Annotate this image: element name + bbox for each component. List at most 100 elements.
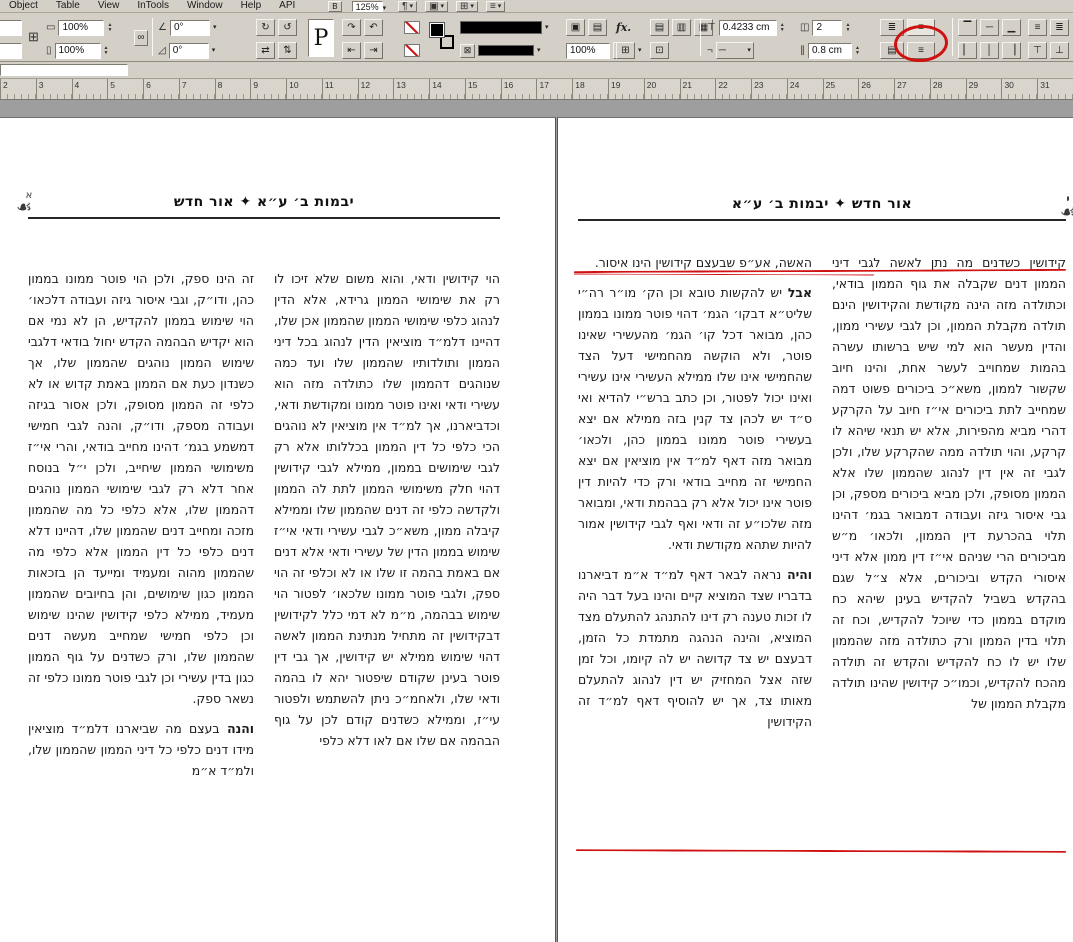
align-left-button[interactable]: ▏ bbox=[958, 42, 977, 59]
fill-stroke-proxy[interactable] bbox=[429, 22, 454, 49]
vertical-justify-bottom-button[interactable]: ≡ bbox=[907, 42, 935, 59]
vertical-justify-center-button[interactable]: ▤ bbox=[880, 42, 904, 59]
effects-label[interactable]: fx. bbox=[616, 21, 631, 34]
align-top-button[interactable]: ▔ bbox=[958, 19, 977, 36]
effects-dropdown-icon[interactable]: ▾ bbox=[638, 47, 642, 54]
x-position-field[interactable] bbox=[0, 19, 22, 36]
gutter-spinner[interactable]: ▲ ▼ bbox=[855, 45, 860, 56]
paragraph-lead: והנה bbox=[219, 721, 254, 736]
effects-button[interactable]: ⊞ bbox=[616, 42, 635, 59]
baseline-spinner[interactable]: ▲ ▼ bbox=[780, 22, 785, 33]
text-frame-options-button[interactable]: ≡ bbox=[907, 19, 935, 36]
zoom-dropdown-icon[interactable]: ▾ bbox=[383, 5, 387, 12]
stroke-type-dropdown-icon[interactable]: ▾ bbox=[545, 24, 549, 31]
vertical-justify-top-button[interactable]: ≣ bbox=[880, 19, 904, 36]
ruler-mark: 9 bbox=[250, 79, 286, 99]
reference-point-proxy-icon[interactable]: ⊞ bbox=[28, 30, 39, 43]
align-bottom-button[interactable]: ▁ bbox=[1002, 19, 1021, 36]
spinner-down-icon[interactable]: ▼ bbox=[845, 27, 850, 33]
scale-x-field[interactable]: 100% bbox=[58, 19, 105, 36]
menu-help[interactable]: Help bbox=[232, 0, 271, 12]
frame-center-button[interactable]: ▥ bbox=[672, 19, 691, 36]
menu-intools[interactable]: InTools bbox=[128, 0, 178, 12]
text-frame[interactable]: הוי קידושין ודאי, והוא משום שלא זיכו לו … bbox=[28, 268, 500, 888]
text-column-right[interactable]: הוי קידושין ודאי, והוא משום שלא זיכו לו … bbox=[274, 268, 500, 888]
columns-number-field[interactable]: 2 bbox=[812, 19, 843, 36]
space-horizontal-button[interactable]: ⊤ bbox=[1028, 42, 1047, 59]
select-next-button[interactable]: ⇥ bbox=[364, 42, 383, 59]
style-preview-badge: P bbox=[308, 19, 334, 57]
text-column-left[interactable]: האשה, אע״פ שבעצם קידושין הינו איסור. אבל … bbox=[578, 252, 812, 860]
zoom-level-field[interactable]: 125% bbox=[351, 1, 383, 12]
auto-fit-button[interactable]: ⊡ bbox=[650, 42, 669, 59]
menu-table[interactable]: Table bbox=[47, 0, 89, 12]
distribute-vertical-button[interactable]: ≣ bbox=[1050, 19, 1069, 36]
workspace-button[interactable]: ≡ ▾ bbox=[485, 1, 506, 12]
opacity-field[interactable]: 100% bbox=[566, 42, 610, 59]
align-center-button[interactable]: │ bbox=[980, 42, 999, 59]
text-frame[interactable]: קידושין כשדנים מה נתן לאשה לגבי דיני הממ… bbox=[578, 252, 1066, 860]
ruler-mark: 4 bbox=[71, 79, 108, 99]
menu-api[interactable]: API bbox=[270, 0, 304, 12]
stroke-color-dropdown-icon[interactable]: ▾ bbox=[537, 47, 541, 54]
rotation-dropdown-icon[interactable]: ▾ bbox=[213, 24, 217, 31]
stroke-none-icon[interactable] bbox=[404, 21, 420, 34]
baseline-offset-field[interactable]: 0.4233 cm bbox=[718, 19, 777, 36]
stroke-color-preview[interactable] bbox=[478, 45, 534, 56]
text-column-right[interactable]: קידושין כשדנים מה נתן לאשה לגבי דיני הממ… bbox=[832, 252, 1066, 860]
distribute-horizontal-button[interactable]: ≡ bbox=[1028, 19, 1047, 36]
preview-mode-button[interactable]: ▣ bbox=[566, 19, 585, 36]
scale-x-spinner[interactable]: ▲ ▼ bbox=[107, 22, 112, 33]
text-column-left[interactable]: זה הינו ספק, ולכן הוי פוטר ממונו בממון כ… bbox=[28, 268, 254, 888]
ruler-mark: 3 bbox=[35, 79, 72, 99]
quick-apply-field[interactable] bbox=[0, 64, 128, 76]
rotate-cw-button[interactable]: ↻ bbox=[256, 19, 275, 36]
space-vertical-button[interactable]: ⊥ bbox=[1050, 42, 1069, 59]
menu-bar: Object Table View InTools Window Help AP… bbox=[0, 0, 1073, 13]
shear-angle-field[interactable]: 0° bbox=[168, 42, 209, 59]
menu-object[interactable]: Object bbox=[0, 0, 47, 12]
align-middle-button[interactable]: ─ bbox=[980, 19, 999, 36]
select-content-button[interactable]: ↶ bbox=[364, 19, 383, 36]
page-right[interactable]: י ☙ אור חדש ✦ יבמות ב׳ ע״א קידושין כשדני… bbox=[557, 117, 1073, 942]
running-header: יבמות ב׳ ע״א ✦ אור חדש bbox=[28, 194, 500, 219]
frame-fitting-button[interactable]: ▤ bbox=[650, 19, 669, 36]
stroke-type-preview[interactable] bbox=[460, 21, 542, 34]
scale-y-field[interactable]: 100% bbox=[54, 42, 101, 59]
spinner-down-icon[interactable]: ▼ bbox=[780, 27, 785, 33]
stroke-swatch[interactable] bbox=[440, 35, 454, 49]
scale-y-spinner[interactable]: ▲ ▼ bbox=[104, 45, 109, 56]
page-left[interactable]: א ☙ יבמות ב׳ ע״א ✦ אור חדש הוי קידושין ו… bbox=[0, 117, 556, 942]
rotation-angle-field[interactable]: 0° bbox=[169, 19, 210, 36]
overprint-checkbox[interactable]: ⊠ bbox=[460, 43, 475, 58]
menu-window[interactable]: Window bbox=[178, 0, 232, 12]
horizontal-ruler[interactable]: 2 3 4 5 6 7 8 9 10 11 12 13 14 15 16 17 18 19 20 21 22 23 24 25… bbox=[0, 79, 1073, 100]
select-previous-button[interactable]: ⇤ bbox=[342, 42, 361, 59]
spinner-down-icon[interactable]: ▼ bbox=[104, 50, 109, 56]
flip-horizontal-button[interactable]: ⇄ bbox=[256, 42, 275, 59]
flip-vertical-button[interactable]: ⇅ bbox=[278, 42, 297, 59]
menu-view[interactable]: View bbox=[89, 0, 129, 12]
bridge-button[interactable]: B bbox=[328, 1, 342, 12]
text-wrap-dropdown[interactable]: ─ ▾ bbox=[715, 42, 754, 59]
rotate-ccw-button[interactable]: ↺ bbox=[278, 19, 297, 36]
spinner-down-icon[interactable]: ▼ bbox=[107, 27, 112, 33]
view-options-button[interactable]: ¶ ▾ bbox=[398, 1, 418, 12]
ruler-mark: 13 bbox=[393, 79, 429, 99]
fill-none-icon[interactable] bbox=[404, 44, 420, 57]
constrain-proportions-icon[interactable]: ∞ bbox=[134, 29, 148, 46]
normal-mode-button[interactable]: ▤ bbox=[588, 19, 607, 36]
y-position-field[interactable] bbox=[0, 42, 22, 59]
arrange-documents-button[interactable]: ⊞ ▾ bbox=[456, 1, 478, 12]
document-area[interactable]: א ☙ יבמות ב׳ ע״א ✦ אור חדש הוי קידושין ו… bbox=[0, 100, 1073, 942]
align-right-button[interactable]: ▕ bbox=[1002, 42, 1021, 59]
paragraph-lead: והיה bbox=[781, 567, 812, 582]
chevron-down-icon: ▾ bbox=[440, 3, 445, 10]
shear-dropdown-icon[interactable]: ▾ bbox=[212, 47, 216, 54]
fill-swatch[interactable] bbox=[429, 22, 445, 38]
spinner-down-icon[interactable]: ▼ bbox=[855, 50, 860, 56]
select-container-button[interactable]: ↷ bbox=[342, 19, 361, 36]
gutter-field[interactable]: 0.8 cm bbox=[808, 42, 852, 59]
screen-mode-button[interactable]: ▣ ▾ bbox=[425, 1, 449, 12]
columns-spinner[interactable]: ▲ ▼ bbox=[845, 22, 850, 33]
